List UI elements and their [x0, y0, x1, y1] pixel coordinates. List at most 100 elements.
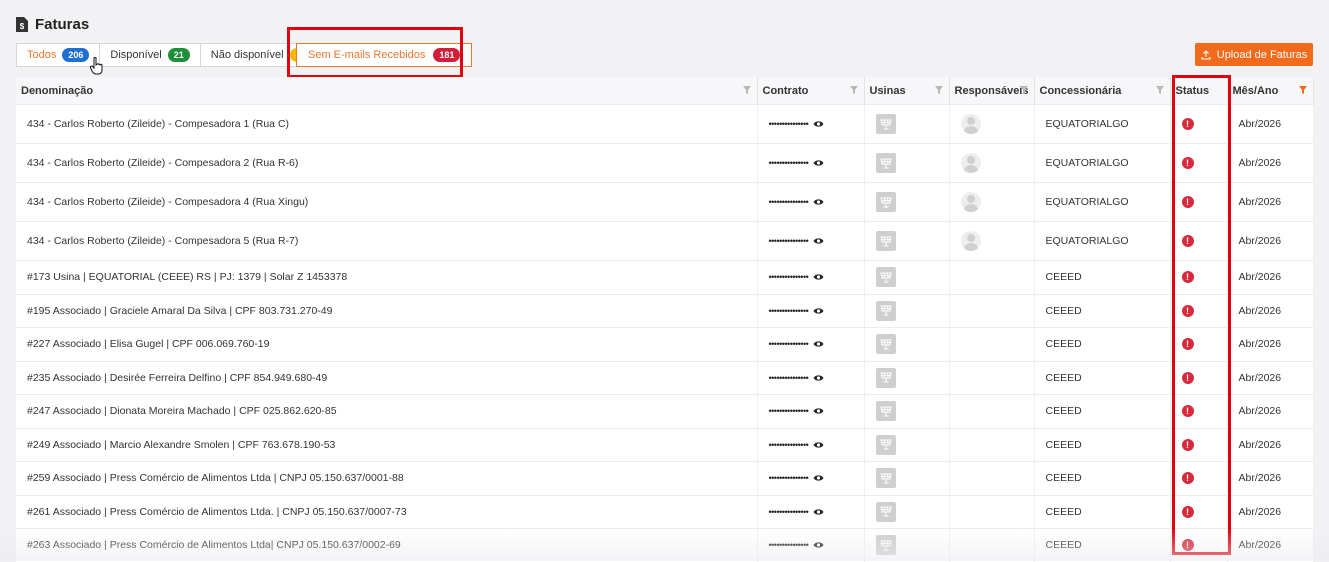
avatar[interactable] [960, 231, 981, 251]
eye-icon[interactable] [813, 273, 824, 281]
solar-panel-icon[interactable] [875, 401, 896, 422]
cell-mes-ano: Abr/2026 [1227, 182, 1314, 222]
error-status-icon[interactable]: ! [1181, 304, 1194, 317]
tab-todos[interactable]: Todos 206 [16, 43, 101, 67]
error-status-icon[interactable]: ! [1181, 157, 1194, 169]
cell-denominacao[interactable]: #247 Associado | Dionata Moreira Machado… [16, 394, 758, 428]
error-status-icon[interactable]: ! [1181, 438, 1194, 451]
filter-icon[interactable] [1155, 86, 1164, 94]
table-row[interactable]: 434 - Carlos Roberto (Zileide) - Compesa… [16, 221, 1314, 261]
avatar[interactable] [960, 153, 981, 173]
solar-panel-icon[interactable] [875, 300, 896, 321]
column-header-usinas[interactable]: Usinas [864, 77, 950, 105]
solar-panel-icon[interactable] [875, 153, 896, 173]
cell-denominacao[interactable]: #227 Associado | Elisa Gugel | CPF 006.0… [16, 327, 758, 361]
column-header-concessionaria[interactable]: Concessionária [1034, 77, 1171, 105]
error-status-icon[interactable]: ! [1181, 338, 1194, 351]
cell-status: ! [1170, 260, 1228, 294]
solar-panel-icon[interactable] [875, 434, 896, 455]
solar-panel-icon[interactable] [875, 501, 896, 522]
eye-icon[interactable] [813, 407, 824, 415]
masked-contract: ••••••••••••••• [768, 119, 809, 129]
tab-disponivel[interactable]: Disponível 21 [99, 43, 201, 67]
table-row[interactable]: #249 Associado | Marcio Alexandre Smolen… [16, 427, 1314, 462]
avatar[interactable] [960, 192, 981, 212]
solar-panel-icon[interactable] [875, 367, 896, 388]
filter-icon[interactable] [1019, 86, 1028, 94]
table-row[interactable]: 434 - Carlos Roberto (Zileide) - Compesa… [16, 104, 1314, 144]
error-status-icon[interactable]: ! [1181, 196, 1194, 208]
eye-icon[interactable] [813, 120, 824, 128]
eye-icon[interactable] [813, 474, 824, 482]
cell-denominacao[interactable]: #263 Associado | Press Comércio de Alime… [16, 528, 758, 562]
table-row[interactable]: #263 Associado | Press Comércio de Alime… [16, 528, 1314, 562]
error-status-icon[interactable]: ! [1181, 472, 1194, 485]
table-row[interactable]: #235 Associado | Desirée Ferreira Delfin… [16, 360, 1314, 395]
error-status-icon[interactable]: ! [1181, 539, 1194, 552]
solar-panel-icon[interactable] [875, 231, 896, 251]
filter-icon[interactable] [849, 86, 858, 94]
error-status-icon[interactable]: ! [1181, 118, 1194, 130]
upload-faturas-button[interactable]: Upload de Faturas [1195, 43, 1313, 66]
cell-denominacao[interactable]: #173 Usina | EQUATORIAL (CEEE) RS | PJ: … [16, 260, 758, 294]
masked-contract: ••••••••••••••• [768, 158, 809, 168]
solar-panel-icon[interactable] [875, 334, 896, 355]
cell-denominacao[interactable]: 434 - Carlos Roberto (Zileide) - Compesa… [16, 143, 758, 183]
eye-icon[interactable] [813, 198, 824, 206]
cell-status: ! [1170, 327, 1228, 361]
table-row[interactable]: #261 Associado | Press Comércio de Alime… [16, 494, 1314, 529]
error-status-icon[interactable]: ! [1181, 505, 1194, 518]
solar-panel-icon[interactable] [875, 267, 896, 288]
filter-icon[interactable] [742, 86, 751, 94]
cell-denominacao[interactable]: 434 - Carlos Roberto (Zileide) - Compesa… [16, 104, 758, 144]
eye-icon[interactable] [813, 441, 824, 449]
error-status-icon[interactable]: ! [1181, 405, 1194, 418]
cell-denominacao[interactable]: #235 Associado | Desirée Ferreira Delfin… [16, 360, 758, 395]
table-row[interactable]: #247 Associado | Dionata Moreira Machado… [16, 394, 1314, 428]
cell-denominacao[interactable]: #259 Associado | Press Comércio de Alime… [16, 461, 758, 495]
eye-icon[interactable] [813, 508, 824, 516]
avatar[interactable] [960, 114, 981, 134]
tab-label: Não disponível [210, 49, 284, 61]
table-row[interactable]: #227 Associado | Elisa Gugel | CPF 006.0… [16, 327, 1314, 361]
cell-denominacao[interactable]: #249 Associado | Marcio Alexandre Smolen… [16, 427, 758, 462]
eye-icon[interactable] [813, 374, 824, 382]
solar-panel-icon[interactable] [875, 468, 896, 489]
cell-responsaveis [949, 293, 1035, 328]
cell-denominacao[interactable]: #195 Associado | Graciele Amaral Da Silv… [16, 293, 758, 328]
filter-icon-active[interactable] [1298, 86, 1307, 94]
table-row[interactable]: 434 - Carlos Roberto (Zileide) - Compesa… [16, 182, 1314, 222]
cell-status: ! [1170, 394, 1228, 428]
column-header-responsaveis[interactable]: Responsáveis [949, 77, 1035, 105]
svg-text:$: $ [20, 22, 25, 31]
cell-denominacao[interactable]: 434 - Carlos Roberto (Zileide) - Compesa… [16, 182, 758, 222]
cell-status: ! [1170, 360, 1228, 395]
table-row[interactable]: #195 Associado | Graciele Amaral Da Silv… [16, 293, 1314, 328]
column-header-denominacao[interactable]: Denominação [16, 77, 758, 105]
cell-denominacao[interactable]: #261 Associado | Press Comércio de Alime… [16, 494, 758, 529]
error-status-icon[interactable]: ! [1181, 235, 1194, 247]
solar-panel-icon[interactable] [875, 535, 896, 556]
cell-usinas [864, 143, 950, 183]
filter-icon[interactable] [934, 86, 943, 94]
eye-icon[interactable] [813, 237, 824, 245]
cell-denominacao[interactable]: 434 - Carlos Roberto (Zileide) - Compesa… [16, 221, 758, 261]
eye-icon[interactable] [813, 307, 824, 315]
column-header-mes-ano[interactable]: Mês/Ano [1227, 77, 1314, 105]
filter-tabs: Todos 206 Disponível 21 Não disponível 4 [16, 43, 318, 67]
error-status-icon[interactable]: ! [1181, 271, 1194, 284]
masked-contract: ••••••••••••••• [768, 236, 809, 246]
cell-contrato: ••••••••••••••• [757, 494, 865, 529]
table-row[interactable]: #259 Associado | Press Comércio de Alime… [16, 461, 1314, 495]
eye-icon[interactable] [813, 541, 824, 549]
column-header-status[interactable]: Status [1170, 77, 1228, 105]
table-row[interactable]: 434 - Carlos Roberto (Zileide) - Compesa… [16, 143, 1314, 183]
solar-panel-icon[interactable] [875, 192, 896, 212]
error-status-icon[interactable]: ! [1181, 371, 1194, 384]
count-badge: 21 [167, 48, 190, 62]
table-row[interactable]: #173 Usina | EQUATORIAL (CEEE) RS | PJ: … [16, 260, 1314, 294]
eye-icon[interactable] [813, 159, 824, 167]
eye-icon[interactable] [813, 340, 824, 348]
column-header-contrato[interactable]: Contrato [757, 77, 865, 105]
solar-panel-icon[interactable] [875, 114, 896, 134]
